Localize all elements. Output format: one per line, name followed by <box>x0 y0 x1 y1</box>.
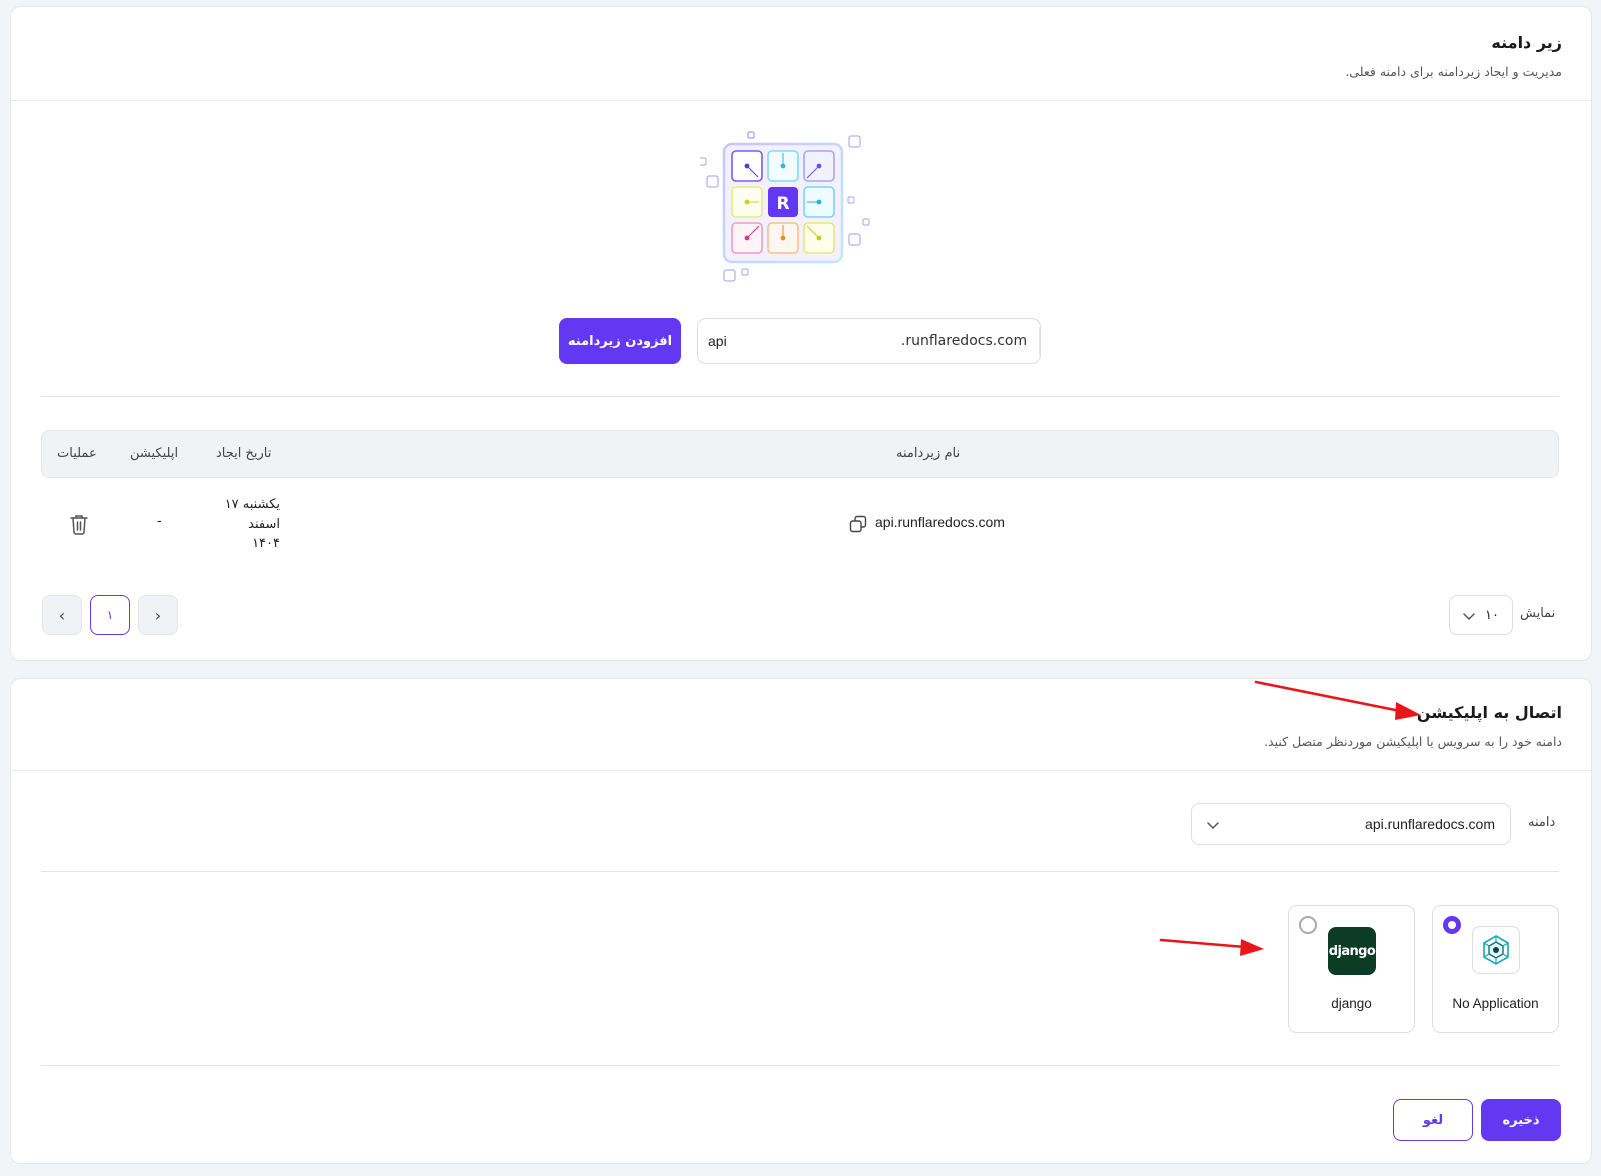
header-subdomain-name: نام زیردامنه <box>896 446 961 461</box>
radio-no-application[interactable] <box>1443 916 1461 934</box>
pagination-page-1[interactable]: ۱ <box>90 595 130 635</box>
radio-django[interactable] <box>1299 916 1317 934</box>
domain-select-value: api.runflaredocs.com <box>1365 816 1495 832</box>
header-application: اپلیکیشن <box>130 446 179 461</box>
header-actions: عملیات <box>57 446 97 461</box>
chevron-right-icon: › <box>154 605 162 625</box>
subdomain-subtitle: مدیریت و ایجاد زیردامنه برای دامنه فعلی. <box>1345 64 1562 79</box>
domain-select[interactable]: api.runflaredocs.com <box>1191 803 1511 845</box>
subdomain-illustration: R <box>698 120 900 300</box>
table-header: عملیات اپلیکیشن تاریخ ایجاد نام زیردامنه <box>41 430 1559 478</box>
annotation-arrow-1 <box>1254 680 1421 720</box>
domain-suffix: .runflaredocs.com <box>889 327 1040 355</box>
cancel-button[interactable]: لغو <box>1393 1099 1473 1141</box>
chevron-left-icon: ‹ <box>58 605 66 625</box>
divider <box>41 396 1559 397</box>
app-option-no-application[interactable]: No Application <box>1432 905 1559 1033</box>
save-button[interactable]: ذخیره <box>1481 1099 1561 1141</box>
annotation-arrow-2 <box>1159 938 1264 956</box>
pagination-prev-button[interactable]: › <box>138 595 178 635</box>
chevron-down-icon <box>1463 606 1475 625</box>
subdomain-input-group: .runflaredocs.com <box>697 318 1041 364</box>
page-size-select[interactable]: ۱۰ <box>1449 595 1513 635</box>
page-size-value: ۱۰ <box>1485 607 1499 623</box>
app-label-no-application: No Application <box>1452 996 1539 1011</box>
chevron-down-icon <box>1207 815 1219 834</box>
divider <box>41 871 1559 872</box>
no-application-icon <box>1472 926 1520 974</box>
connect-subtitle: دامنه خود را به سرویس یا اپلیکیشن موردنظ… <box>1264 734 1562 749</box>
copy-icon[interactable] <box>849 515 867 533</box>
subdomain-title: زیر دامنه <box>1491 33 1562 52</box>
app-label-django: django <box>1331 996 1372 1011</box>
svg-text:R: R <box>776 194 789 214</box>
divider <box>41 1065 1559 1066</box>
page-size-label: نمایش <box>1520 606 1556 621</box>
add-subdomain-button[interactable]: افزودن زیردامنه <box>559 318 681 364</box>
domain-label: دامنه <box>1528 815 1556 830</box>
pagination-next-button[interactable]: ‹ <box>42 595 82 635</box>
subdomain-input[interactable] <box>698 319 889 363</box>
subdomain-card-header: زیر دامنه مدیریت و ایجاد زیردامنه برای د… <box>11 7 1591 101</box>
django-logo: django <box>1328 927 1376 975</box>
row-created-date: یکشنبه ۱۷ اسفند ۱۴۰۴ <box>224 497 280 551</box>
app-option-django[interactable]: django django <box>1288 905 1415 1033</box>
header-created: تاریخ ایجاد <box>216 446 272 461</box>
delete-icon[interactable] <box>69 513 89 535</box>
row-subdomain-name: api.runflaredocs.com <box>875 514 1005 530</box>
row-application: - <box>157 514 162 529</box>
